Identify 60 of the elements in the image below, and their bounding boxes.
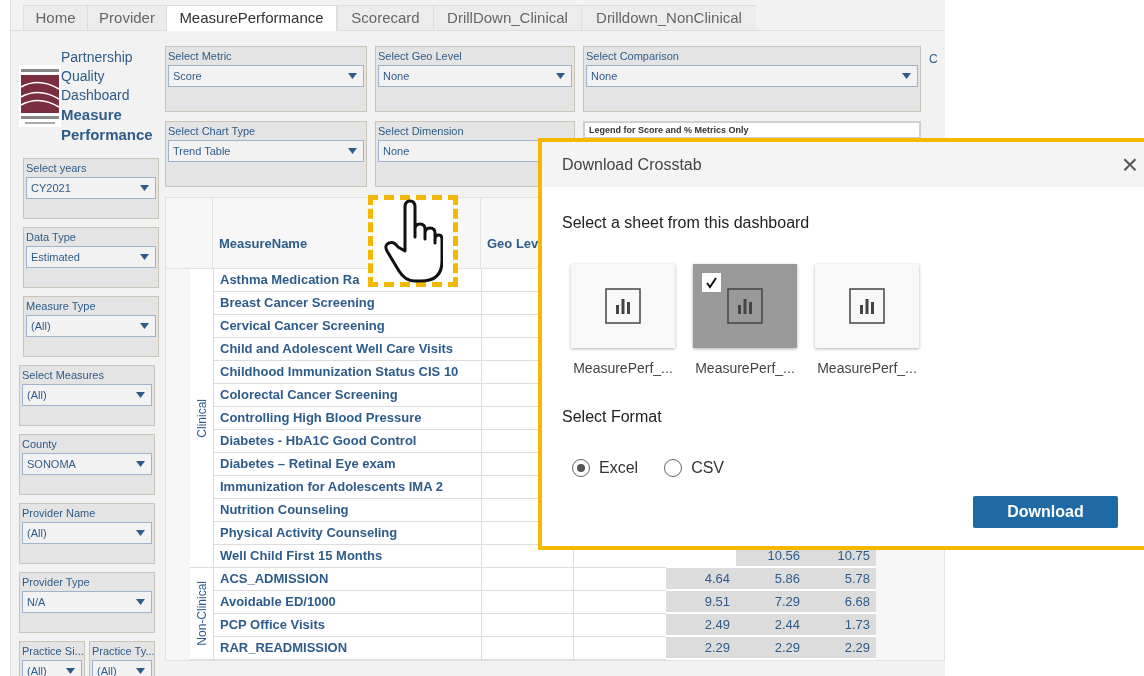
filter-label: Practice Si...: [22, 644, 82, 659]
filter-label: Select years: [26, 161, 88, 176]
table-cell: Well Child First 15 Months: [213, 545, 481, 568]
legend-title: Legend for Score and % Metrics Only: [589, 124, 750, 137]
filter-label: Provider Name: [22, 506, 97, 521]
table-cell: Controlling High Blood Pressure: [213, 407, 481, 430]
table-cell: Avoidable ED/1000: [213, 591, 481, 614]
filter-label: Select Geo Level: [378, 49, 463, 64]
table-cell: Colorectal Cancer Screening: [213, 384, 481, 407]
title-text: Partnership: [61, 47, 134, 67]
table-cell: Childhood Immunization Status CIS 10: [213, 361, 481, 384]
table-cell: Diabetes - HbA1C Good Control: [213, 430, 481, 453]
table-cell: ACS_ADMISSION: [213, 568, 481, 591]
filter-label: Data Type: [26, 230, 77, 245]
table-cell: 6.68: [806, 591, 876, 614]
table-cell: Breast Cancer Screening: [213, 292, 481, 315]
group-label: Non-Clinical: [193, 581, 210, 646]
filter-label: County: [22, 437, 58, 452]
table-cell: Cervical Cancer Screening: [213, 315, 481, 338]
table-cell: 2.29: [666, 637, 736, 660]
radio-label: Excel: [599, 458, 639, 478]
table-cell: Nutrition Counseling: [213, 499, 481, 522]
table-cell: 1.73: [806, 614, 876, 637]
filter-label: Select Measures: [22, 368, 105, 383]
table-cell: Physical Activity Counseling: [213, 522, 481, 545]
table-cell: 2.49: [666, 614, 736, 637]
table-cell: Child and Adolescent Well Care Visits: [213, 338, 481, 361]
table-cell: RAR_READMISSION: [213, 637, 481, 660]
table-cell: 7.29: [736, 591, 806, 614]
table-cell: 2.29: [736, 637, 806, 660]
section-heading: Select Format: [562, 407, 663, 427]
filter-label: Select Dimension: [378, 124, 465, 139]
filter-label: Measure Type: [26, 299, 97, 314]
filter-label: Practice Ty...: [92, 644, 152, 659]
title-text: Measure: [61, 104, 123, 125]
title-text: Performance: [61, 124, 153, 145]
sheet-label: MeasurePerf_...: [573, 359, 673, 378]
group-label: Clinical: [193, 398, 210, 438]
table-cell: 4.64: [666, 568, 736, 591]
sheet-label: MeasurePerf_...: [695, 359, 795, 378]
section-heading: Select a sheet from this dashboard: [562, 213, 811, 233]
filter-label: C: [929, 51, 939, 68]
sheet-label: MeasurePerf_...: [817, 359, 917, 378]
table-cell: PCP Office Visits: [213, 614, 481, 637]
title-text: Dashboard: [61, 85, 131, 105]
filter-label: Select Comparison: [586, 49, 680, 64]
table-cell: Immunization for Adolescents IMA 2: [213, 476, 481, 499]
table-cell: 5.86: [736, 568, 806, 591]
filter-label: Provider Type: [22, 575, 91, 590]
table-cell: 5.78: [806, 568, 876, 591]
column-header: Geo Lev: [487, 235, 539, 254]
radio-label: CSV: [691, 458, 725, 478]
table-cell: 9.51: [666, 591, 736, 614]
table-cell: Diabetes – Retinal Eye exam: [213, 453, 481, 476]
table-cell: 2.44: [736, 614, 806, 637]
filter-label: Select Metric: [168, 49, 233, 64]
column-header: MeasureName: [219, 235, 308, 254]
table-cell: 2.29: [806, 637, 876, 660]
title-text: Quality: [61, 66, 106, 86]
filter-label: Select Chart Type: [168, 124, 257, 139]
